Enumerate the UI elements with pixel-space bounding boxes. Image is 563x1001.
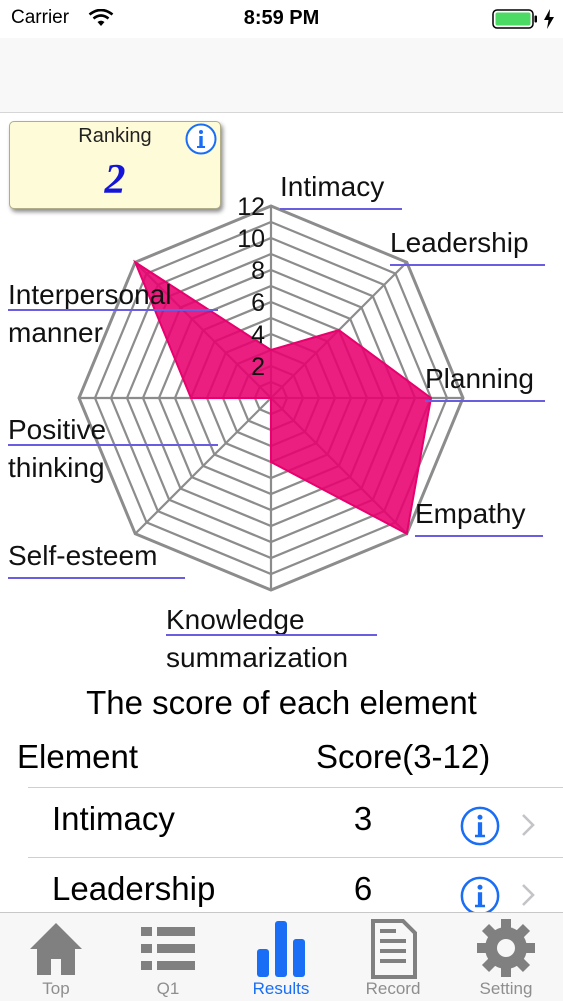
navigation-bar	[0, 38, 563, 113]
tab-setting[interactable]: Setting	[450, 913, 562, 1001]
document-icon	[371, 919, 417, 979]
tab-record[interactable]: Record	[337, 913, 449, 1001]
tab-results[interactable]: Results	[225, 913, 337, 1001]
radar-label-knowledge-summarization[interactable]: Knowledge summarization	[166, 601, 348, 677]
radar-label-planning[interactable]: Planning	[425, 360, 534, 398]
list-icon	[141, 927, 195, 970]
radar-label-text: Intimacy	[280, 171, 385, 202]
row-score-value: 3	[353, 800, 373, 837]
radar-label-text: summarization	[166, 642, 349, 673]
tab-label: Q1	[156, 979, 180, 998]
radar-label-empathy-underline	[415, 535, 543, 537]
bar-chart-icon	[257, 921, 305, 977]
radar-label-intimacy[interactable]: Intimacy	[280, 168, 384, 206]
radar-label-self-esteem[interactable]: Self-esteem	[8, 537, 157, 575]
tab-label: Top	[42, 979, 70, 998]
status-time: 8:59 PM	[243, 7, 320, 29]
radar-label-positive-thinking-underline	[8, 444, 218, 446]
tab-label: Record	[365, 979, 421, 998]
radar-label-planning-underline	[425, 400, 545, 402]
radar-label-leadership-underline	[390, 264, 545, 266]
radar-label-leadership[interactable]: Leadership	[390, 224, 529, 262]
battery-icon	[492, 9, 537, 29]
charging-icon	[544, 9, 554, 29]
gear-icon	[477, 919, 535, 977]
tab-bar: Top Q1 Results Record Setting	[0, 912, 563, 1001]
tab-label: Results	[252, 979, 310, 998]
radar-label-empathy[interactable]: Empathy	[415, 495, 526, 533]
radar-label-intimacy-underline	[280, 208, 402, 210]
radar-tick-label: 8	[251, 257, 265, 285]
score-column-header: Score(3-12)	[316, 738, 491, 775]
radar-label-self-esteem-underline	[8, 577, 185, 579]
radar-tick-label: 12	[237, 193, 265, 221]
chevron-right-icon	[522, 814, 535, 836]
radar-tick-label: 10	[237, 225, 265, 253]
score-table-title: The score of each element	[86, 684, 477, 721]
radar-label-text: Empathy	[415, 498, 526, 529]
row-element-label: Leadership	[52, 870, 216, 907]
radar-label-text: Planning	[425, 363, 534, 394]
info-icon[interactable]	[460, 876, 500, 916]
radar-tick-label: 4	[251, 321, 265, 349]
radar-label-knowledge-summarization-underline	[166, 634, 377, 636]
radar-label-text: manner	[8, 317, 103, 348]
status-bar: Carrier 8:59 PM	[0, 0, 563, 38]
row-score-value: 6	[353, 870, 373, 907]
radar-label-interpersonal-manner[interactable]: Interpersonal manner	[8, 276, 171, 352]
tab-top[interactable]: Top	[0, 913, 112, 1001]
info-icon[interactable]	[460, 806, 500, 846]
tab-label: Setting	[479, 979, 533, 998]
radar-label-text: Self-esteem	[8, 540, 158, 571]
row-element-label: Intimacy	[52, 800, 175, 837]
radar-label-text: thinking	[8, 452, 105, 483]
score-row-intimacy[interactable]: Intimacy 3	[28, 787, 563, 856]
radar-label-interpersonal-manner-underline	[8, 309, 218, 311]
radar-tick-label: 6	[251, 289, 265, 317]
element-column-header: Element	[17, 738, 139, 775]
tab-q1[interactable]: Q1	[112, 913, 224, 1001]
radar-label-positive-thinking[interactable]: Positive thinking	[8, 411, 106, 487]
radar-label-text: Leadership	[390, 227, 529, 258]
radar-tick-label: 2	[251, 353, 265, 381]
chevron-right-icon	[522, 884, 535, 906]
home-icon	[30, 923, 82, 975]
